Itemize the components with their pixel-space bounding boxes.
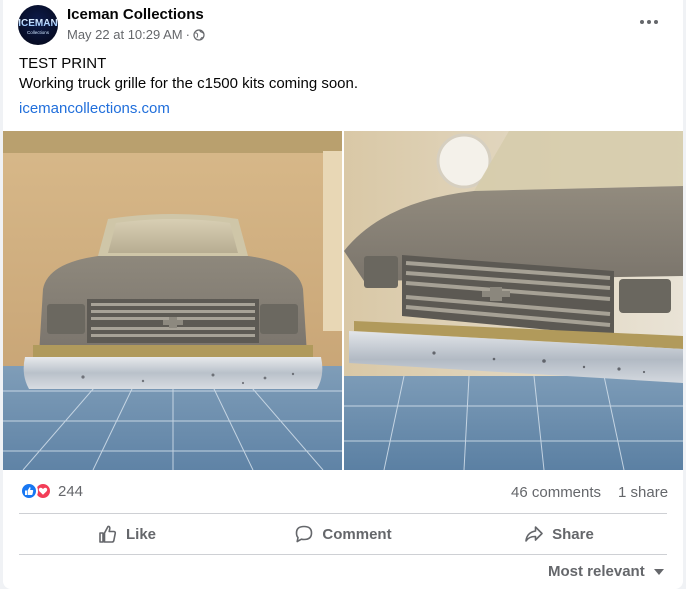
divider-top: [19, 513, 667, 514]
globe-icon[interactable]: [193, 28, 205, 41]
reaction-count: 244: [58, 482, 84, 500]
post-stats: 244 46 comments 1 share: [3, 478, 683, 506]
shares-count[interactable]: 1 share: [618, 484, 668, 501]
photo-grid: [3, 131, 683, 470]
thumbs-up-icon: [99, 525, 117, 543]
share-label: Share: [552, 525, 594, 543]
photo-truck-closeup-image: [344, 131, 683, 470]
post-timestamp[interactable]: May 22 at 10:29 AM: [67, 27, 183, 42]
meta-separator: ·: [185, 27, 190, 42]
comments-count[interactable]: 46 comments: [511, 484, 601, 501]
avatar-logo-subtext: Collections: [27, 30, 50, 35]
like-button[interactable]: Like: [19, 515, 235, 553]
website-link[interactable]: icemancollections.com: [19, 100, 170, 117]
more-horizontal-icon[interactable]: [637, 12, 661, 32]
page-name[interactable]: Iceman Collections: [67, 6, 204, 23]
post-header: ICEMAN Collections Iceman Collections Ma…: [3, 0, 683, 50]
post-meta: May 22 at 10:29 AM ·: [67, 27, 205, 42]
post-card: ICEMAN Collections Iceman Collections Ma…: [3, 0, 683, 589]
caret-down-icon: [653, 568, 664, 575]
post-message-line2: Working truck grille for the c1500 kits …: [19, 75, 359, 92]
comment-button[interactable]: Comment: [235, 515, 451, 553]
comment-label: Comment: [322, 525, 392, 543]
photo-truck-closeup[interactable]: [344, 131, 683, 470]
photo-truck-front-image: [3, 131, 342, 470]
post-message: TEST PRINT Working truck grille for the …: [19, 54, 358, 94]
post-message-line1: TEST PRINT: [19, 55, 107, 72]
like-label: Like: [125, 525, 156, 543]
post-actions: Like Comment Share: [19, 515, 667, 553]
page-avatar[interactable]: ICEMAN Collections: [18, 5, 58, 45]
comments-sort-dropdown[interactable]: Most relevant: [548, 563, 665, 580]
comment-icon: [296, 525, 313, 543]
share-icon: [525, 526, 543, 542]
avatar-logo-text: ICEMAN: [18, 18, 57, 29]
photo-truck-front[interactable]: [3, 131, 342, 470]
share-button[interactable]: Share: [451, 515, 667, 553]
avatar-logo: ICEMAN Collections: [18, 18, 57, 35]
divider-bottom: [19, 554, 667, 555]
like-icon: [20, 482, 38, 500]
reactions-summary[interactable]: 244: [20, 482, 83, 500]
comments-sort-label: Most relevant: [548, 563, 645, 580]
